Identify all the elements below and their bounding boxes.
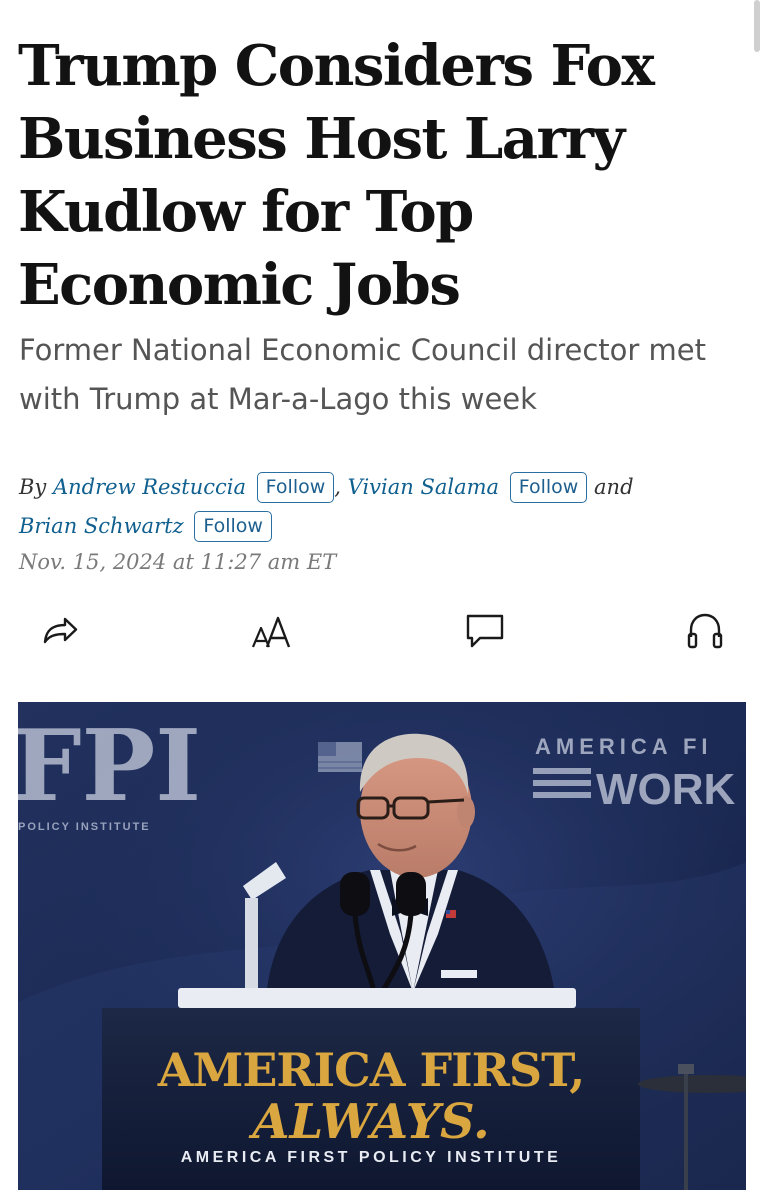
listen-button[interactable]: [683, 608, 727, 652]
follow-button-vivian-salama[interactable]: Follow: [509, 472, 588, 503]
article-dek: Former National Economic Council directo…: [19, 333, 706, 416]
headphones-icon: [684, 609, 726, 651]
byline-conjunction: and: [594, 475, 634, 499]
article-toolbar: [0, 604, 764, 656]
backdrop-small-text: POLICY INSTITUTE: [18, 821, 151, 833]
share-icon: [40, 610, 80, 650]
byline-prefix: By: [19, 475, 47, 499]
backdrop-right-big: WORK: [596, 765, 736, 814]
article-photo: FPI POLICY INSTITUTE AMERICA FI WORK AME…: [18, 702, 746, 1190]
podium-top: [178, 988, 576, 1008]
podium-line-2: ALWAYS.: [248, 1094, 489, 1150]
flag-icon: [318, 742, 362, 772]
publish-timestamp: Nov. 15, 2024 at 11:27 am ET: [19, 550, 337, 574]
text-size-button[interactable]: [250, 608, 294, 652]
author-link-brian-schwartz[interactable]: Brian Schwartz: [19, 514, 184, 538]
article-headline: Trump Considers Fox Business Host Larry …: [18, 33, 655, 318]
backdrop-right-heading: AMERICA FI: [535, 734, 713, 759]
author-link-andrew-restuccia[interactable]: Andrew Restuccia: [53, 475, 246, 499]
follow-button-andrew-restuccia[interactable]: Follow: [256, 472, 335, 503]
follow-button-brian-schwartz[interactable]: Follow: [194, 511, 272, 542]
backdrop-stripes: [533, 768, 591, 798]
author-link-vivian-salama[interactable]: Vivian Salama: [348, 475, 499, 499]
scrollbar[interactable]: [754, 0, 760, 52]
text-size-icon: [250, 610, 294, 650]
podium-line-1: AMERICA FIRST,: [157, 1043, 585, 1097]
comments-button[interactable]: [463, 608, 507, 652]
podium-line-3: AMERICA FIRST POLICY INSTITUTE: [181, 1149, 562, 1166]
share-button[interactable]: [38, 608, 82, 652]
comment-icon: [464, 610, 506, 650]
byline-separator: ,: [334, 475, 341, 499]
byline: By Andrew Restuccia Follow, Vivian Salam…: [19, 468, 739, 546]
backdrop-logo-text: FPI: [18, 709, 201, 824]
